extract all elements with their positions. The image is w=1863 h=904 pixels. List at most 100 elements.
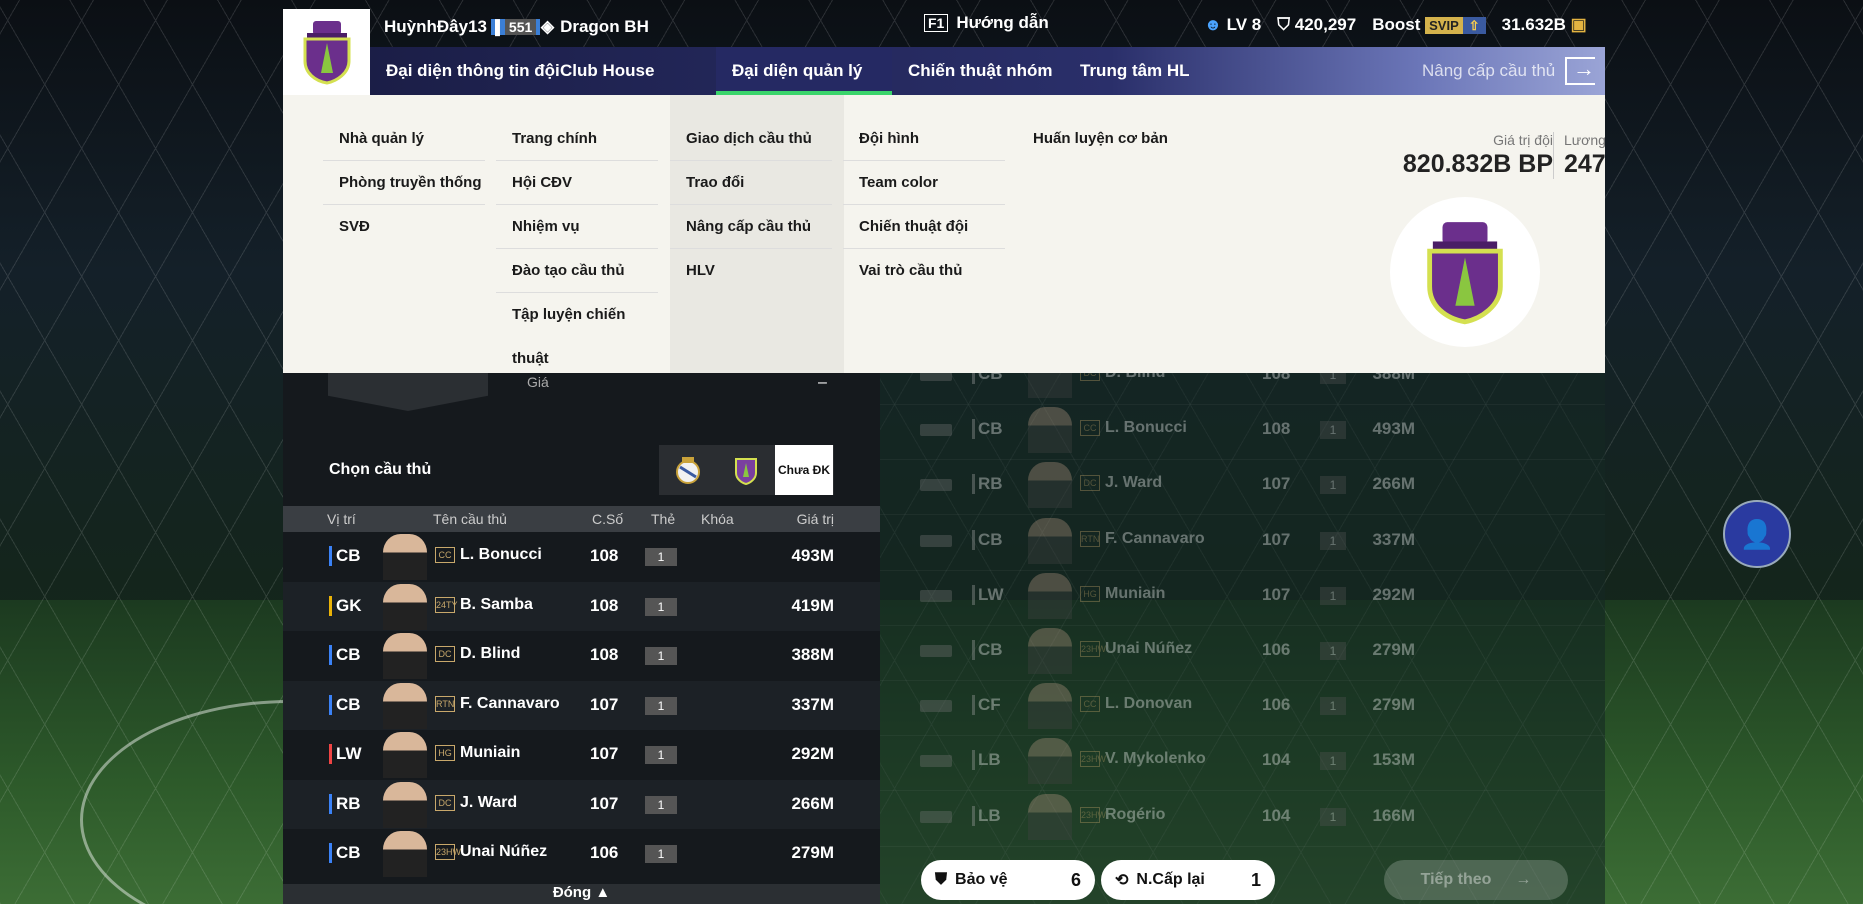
position-color-bar <box>972 695 975 716</box>
club-crest-icon <box>303 21 350 85</box>
upgrade-row[interactable]: CB RTN F. Cannavaro 107 1 337M <box>880 516 1605 571</box>
menu-item[interactable]: Trao đổi <box>670 161 832 205</box>
next-button[interactable]: Tiếp theo → <box>1384 860 1568 900</box>
table-row[interactable]: CB RTN F. Cannavaro 107 1 337M <box>283 680 880 731</box>
card-level: 1 <box>645 746 677 764</box>
col-name[interactable]: Tên cầu thủ <box>433 511 507 527</box>
nav-group-tactics[interactable]: Chiến thuật nhóm <box>892 47 1068 95</box>
my-club-filter-button[interactable] <box>717 445 775 495</box>
unregistered-filter-button[interactable]: Chưa ĐK <box>775 445 833 495</box>
col-position[interactable]: Vị trí <box>327 511 356 527</box>
points: 420,297 <box>1294 15 1357 34</box>
mega-menu: Nhà quản lý Phòng truyền thống SVĐ Trang ch… <box>283 95 1606 373</box>
menu-item[interactable]: HLV <box>670 249 832 293</box>
drag-handle-icon[interactable] <box>920 645 952 657</box>
table-row[interactable]: CB 23HW Unai Núñez 106 1 279M <box>283 829 880 879</box>
player-avatar <box>1028 738 1072 785</box>
menu-item[interactable]: Vai trò cầu thủ <box>843 249 1005 293</box>
menu-item[interactable]: Chiến thuật đội <box>843 205 1005 249</box>
menu-item[interactable]: Nhiệm vụ <box>496 205 658 249</box>
pick-player-title: Chọn cầu thủ <box>329 461 432 478</box>
player-position: LW <box>978 584 1004 604</box>
player-ovr: 106 <box>590 843 619 862</box>
bp-block[interactable]: 31.632B ▣ <box>1502 15 1587 35</box>
menu-item[interactable]: Huấn luyện cơ bản <box>1017 117 1179 161</box>
points-block[interactable]: ⛉ 420,297 <box>1277 15 1356 35</box>
upgrade-row[interactable]: RB DC J. Ward 107 1 266M <box>880 460 1605 516</box>
level: LV 8 <box>1226 15 1262 34</box>
player-value: 493M <box>791 546 834 565</box>
season-badge: RTN <box>435 695 455 712</box>
player-avatar <box>383 781 427 828</box>
player-position: LB <box>978 805 1001 825</box>
position-color-bar <box>972 584 975 605</box>
level-block[interactable]: ☻ LV 8 <box>1204 15 1261 35</box>
menu-item[interactable]: Tập luyện chiến thuật <box>496 293 658 367</box>
upgrade-row[interactable]: CF CC L. Donovan 106 1 279M <box>880 681 1605 737</box>
menu-item[interactable]: Giao dịch cầu thủ <box>670 117 832 161</box>
reupgrade-button[interactable]: ⟲ N.Cấp lại 1 <box>1101 860 1275 900</box>
table-row[interactable]: LW HG Muniain 107 1 292M <box>283 730 880 780</box>
close-list-button[interactable]: Đóng ▲ <box>283 884 880 904</box>
drag-handle-icon[interactable] <box>920 479 952 492</box>
table-row[interactable]: CB CC L. Bonucci 108 1 493M <box>283 532 880 582</box>
player-position: CB <box>336 694 361 714</box>
upgrade-row[interactable]: LW HG Muniain 107 1 292M <box>880 571 1605 626</box>
menu-item[interactable]: Phòng truyền thống <box>323 161 485 205</box>
guide-button[interactable]: F1 Hướng dẫn <box>924 13 1049 33</box>
nav-club-house[interactable]: Club House <box>544 47 670 95</box>
player-position: CB <box>978 419 1003 439</box>
col-card[interactable]: Thẻ <box>651 511 675 527</box>
real-madrid-filter-button[interactable] <box>659 445 717 495</box>
nav-promo-upgrade[interactable]: Nâng cấp cầu thủ <box>1406 47 1571 95</box>
col-lock[interactable]: Khóa <box>701 511 734 527</box>
player-value: 493M <box>1372 419 1415 439</box>
player-ovr: 108 <box>1262 419 1291 439</box>
card-level: 1 <box>645 845 677 863</box>
menu-item[interactable]: Trang chính <box>496 117 658 161</box>
user-name: HuỳnhĐây13 <box>384 17 487 36</box>
protect-count: 6 <box>1070 869 1081 890</box>
player-name: Unai Núñez <box>1105 640 1193 657</box>
support-chat-button[interactable]: 👤 <box>1723 500 1791 568</box>
player-position: LW <box>336 744 362 763</box>
nav-training-center[interactable]: Trung tâm HL <box>1064 47 1206 95</box>
user-badge: ▌ 551 <box>490 19 541 35</box>
drag-handle-icon[interactable] <box>920 424 952 437</box>
exit-icon[interactable] <box>1565 56 1595 85</box>
upgrade-row[interactable]: CB CC L. Bonucci 108 1 493M <box>880 405 1605 461</box>
drag-handle-icon[interactable] <box>920 700 952 713</box>
table-row[interactable]: CB DC D. Blind 108 1 388M <box>283 631 880 681</box>
menu-item[interactable]: Đội hình <box>843 117 1005 161</box>
col-ovr[interactable]: C.Số <box>592 511 623 527</box>
table-row[interactable]: RB DC J. Ward 107 1 266M <box>283 779 880 830</box>
boost-block[interactable]: Boost SVIP ⇧ <box>1372 15 1486 35</box>
protect-button[interactable]: ⛊ Bảo vệ 6 <box>921 860 1095 900</box>
menu-item[interactable]: SVĐ <box>323 205 485 249</box>
player-ovr: 107 <box>1262 474 1291 494</box>
menu-item[interactable]: Nhà quản lý <box>323 117 485 161</box>
support-chat-icon: 👤 <box>1739 518 1775 550</box>
drag-handle-icon[interactable] <box>920 810 952 823</box>
col-value[interactable]: Giá trị <box>797 511 834 527</box>
menu-item[interactable]: Nâng cấp cầu thủ <box>670 205 832 249</box>
club-logo[interactable] <box>283 9 370 95</box>
menu-item[interactable]: Đào tạo cầu thủ <box>496 249 658 293</box>
drag-handle-icon[interactable] <box>920 589 952 602</box>
drag-handle-icon[interactable] <box>920 755 952 768</box>
table-row[interactable]: GK 24TY B. Samba 108 1 419M <box>283 581 880 632</box>
upgrade-row[interactable]: CB 23HW Unai Núñez 106 1 279M <box>880 626 1605 681</box>
player-name: Muniain <box>460 744 521 761</box>
player-ovr: 107 <box>590 744 619 763</box>
player-ovr: 107 <box>1262 584 1291 604</box>
menu-item[interactable]: Team color <box>843 161 1005 205</box>
nav-team-management[interactable]: Đại diện quản lý đội <box>716 47 892 128</box>
player-avatar <box>383 831 427 877</box>
player-value: 266M <box>1372 474 1415 494</box>
upgrade-row[interactable]: LB 23HW Rogério 104 1 166M <box>880 792 1605 847</box>
drag-handle-icon[interactable] <box>920 534 952 547</box>
player-avatar <box>383 633 427 679</box>
upgrade-row[interactable]: LB 23HW V. Mykolenko 104 1 153M <box>880 736 1605 792</box>
menu-item[interactable]: Hội CĐV <box>496 161 658 205</box>
chevron-up-icon: ▲ <box>595 884 611 901</box>
